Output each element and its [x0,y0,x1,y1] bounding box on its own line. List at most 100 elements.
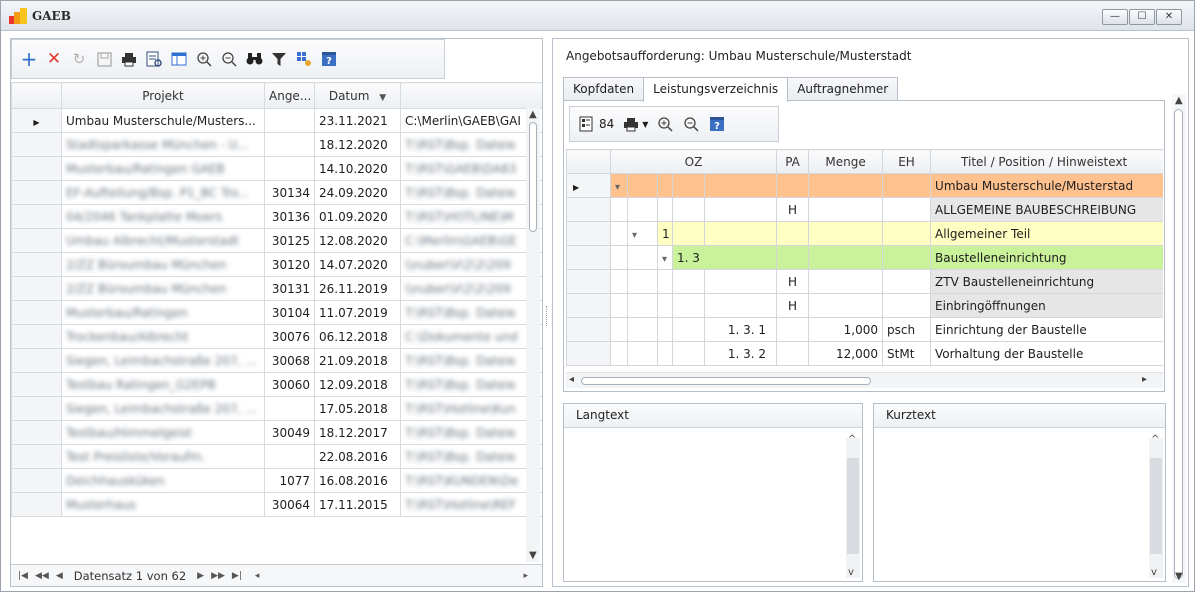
table-row[interactable]: Testbau Ratingen_G2EPB 30060 12.09.2018 T:\… [11,372,542,397]
scroll-up-icon[interactable]: ▲ [529,109,537,120]
lv-print-icon[interactable] [622,115,640,133]
pane-splitter[interactable] [546,306,548,326]
table-row[interactable]: 2/ZZ Büroumbau München 30131 26.11.2019 \\n… [11,276,542,301]
tree-cell[interactable]: ▾ [657,245,673,270]
lv-scroll-left-icon[interactable]: ◂ [569,374,574,385]
lv-row[interactable]: ▶ ▾ Umbau Musterschule/Musterstad [566,173,1163,198]
table-row[interactable]: Test Preisliste/Voraufm. 22.08.2016 T:\RST… [11,444,542,469]
detail-scroll-up-icon[interactable]: ▲ [1175,95,1183,106]
lv-row[interactable]: H ALLGEMEINE BAUBESCHREIBUNG [566,197,1163,222]
table-row[interactable]: Testbau/Himmelgeist 30049 18.12.2017 T:\RST… [11,420,542,445]
add-icon[interactable]: + [20,47,38,71]
column-header-pa[interactable]: PA [776,149,810,174]
last-record-icon[interactable]: ▶| [230,571,244,581]
cell-eh: StMt [882,341,932,366]
tree-cell[interactable]: ▾ [627,221,658,246]
layout-icon[interactable] [170,50,188,68]
tree-cell[interactable]: ▾ [610,173,628,198]
project-grid-scrollbar[interactable]: ▲ ▼ [526,108,540,562]
grid-settings-icon[interactable] [295,50,313,68]
scrollbar-thumb[interactable] [529,122,537,232]
langtext-scroll-thumb[interactable] [847,458,859,554]
detail-scrollbar[interactable]: ▲ ▼ [1172,94,1186,583]
table-row[interactable]: Trockenbau/Albrecht 30076 06.12.2018 C:\Dok… [11,324,542,349]
help-icon[interactable]: ? [320,50,338,68]
refresh-icon[interactable]: ↻ [70,50,88,68]
detail-scroll-thumb[interactable] [1174,109,1183,579]
table-row[interactable]: EF-Aufteilung/Bsp. P1_BC Tro... 30134 24.0… [11,180,542,205]
zoom-out-icon[interactable] [220,50,238,68]
cell-datum: 14.10.2020 [314,156,401,181]
column-header-eh[interactable]: EH [882,149,932,174]
delete-icon[interactable]: ✕ [45,49,63,69]
lv-horizontal-scrollbar[interactable]: ◂ ▸ [566,372,1163,388]
column-header-titel[interactable]: Titel / Position / Hinweistext [930,149,1163,174]
langtext-scrollbar[interactable]: ^ v [846,434,860,578]
lv-help-icon[interactable]: ? [708,115,726,133]
lv-document-icon[interactable] [577,115,595,133]
print-icon[interactable] [120,50,138,68]
table-row[interactable]: Umbau Albrecht/Musterstadt 30125 12.08.202… [11,228,542,253]
zoom-in-icon[interactable] [195,50,213,68]
table-row[interactable]: Siegen, Leimbachstraße 207, ... 30068 21.0… [11,348,542,373]
tree-cell [657,173,673,198]
filter-icon[interactable] [270,50,288,68]
collapse-icon[interactable]: ▾ [662,254,667,265]
scroll-left-icon[interactable]: ◂ [253,571,262,581]
table-row[interactable]: Deichhausküken 1077 16.08.2016 T:\RST\KUNDE… [11,468,542,493]
minimize-button[interactable]: — [1102,9,1128,25]
save-icon[interactable] [95,50,113,68]
table-row[interactable]: 04/2046 Tankplatte Moers 30136 01.09.2020 T… [11,204,542,229]
lv-zoom-out-icon[interactable] [682,115,700,133]
cell-titel: Baustelleneinrichtung [930,245,1163,270]
lv-row[interactable]: H Einbringöffnungen [566,293,1163,318]
scroll-right-icon[interactable]: ▸ [521,571,530,581]
detail-scroll-down-icon[interactable]: ▼ [1175,571,1183,582]
column-header-angebot[interactable]: Ange... [264,82,315,109]
close-button[interactable]: ✕ [1156,9,1182,25]
kurztext-scroll-thumb[interactable] [1150,458,1162,554]
scroll-down-icon[interactable]: ▼ [529,550,537,561]
lv-zoom-in-icon[interactable] [656,115,674,133]
lv-row[interactable]: 1. 3. 1 1,000 psch Einrichtung der Baustell… [566,317,1163,342]
kurztext-scroll-up-icon[interactable]: ^ [1151,434,1159,445]
collapse-icon[interactable]: ▾ [615,182,620,193]
next-page-icon[interactable]: ▶▶ [209,571,227,581]
tab-leistungsverzeichnis[interactable]: Leistungsverzeichnis [643,77,789,102]
table-row[interactable]: 2/ZZ Büroumbau München 30120 14.07.2020 \\n… [11,252,542,277]
collapse-icon[interactable]: ▾ [632,230,637,241]
kurztext-scrollbar[interactable]: ^ v [1149,434,1163,578]
table-row[interactable]: Musterhaus 30064 17.11.2015 T:\RST\Hotline\… [11,492,542,517]
previous-record-icon[interactable]: ◀ [54,571,65,581]
lv-row[interactable]: 1. 3. 2 12,000 StMt Vorhaltung der Baustell… [566,341,1163,366]
column-header-menge[interactable]: Menge [808,149,884,174]
langtext-scroll-down-icon[interactable]: v [848,567,854,578]
langtext-scroll-up-icon[interactable]: ^ [848,434,856,445]
lv-row[interactable]: ▾ 1. 3 Baustelleneinrichtung [566,245,1163,270]
table-row[interactable]: Stadtsparkasse München - U... 18.12.2020 T… [11,132,542,157]
column-header-oz[interactable]: OZ [609,149,778,174]
table-row[interactable]: Musterbau/Ratingen GAEB 14.10.2020 T:\RST\… [11,156,542,181]
column-header-projekt[interactable]: Projekt [61,82,265,109]
column-header-datum[interactable]: Datum ▼ [314,82,401,109]
tab-auftragnehmer[interactable]: Auftragnehmer [787,77,899,101]
kurztext-scroll-down-icon[interactable]: v [1151,567,1157,578]
lv-hscroll-thumb[interactable] [581,377,871,385]
binoculars-icon[interactable] [245,50,263,68]
lv-row[interactable]: H ZTV Baustelleneinrichtung [566,269,1163,294]
table-row[interactable]: Musterbau/Ratingen 30104 11.07.2019 T:\RST\… [11,300,542,325]
cell-datum: 17.11.2015 [314,492,401,517]
svg-text:?: ? [715,121,721,132]
table-row[interactable]: Siegen, Leimbachstraße 207, ... 17.05.201… [11,396,542,421]
lv-row[interactable]: ▾ 1 Allgemeiner Teil [566,221,1163,246]
print-dropdown-icon[interactable]: ▼ [642,120,648,129]
preview-icon[interactable] [145,50,163,68]
column-header-pfad[interactable] [400,82,542,109]
lv-scroll-right-icon[interactable]: ▸ [1142,374,1147,385]
previous-page-icon[interactable]: ◀◀ [33,571,51,581]
table-row[interactable]: ▶ Umbau Musterschule/Musters... 23.11.2021… [11,108,542,133]
tab-kopfdaten[interactable]: Kopfdaten [563,77,645,101]
maximize-button[interactable]: ☐ [1129,9,1155,25]
first-record-icon[interactable]: |◀ [16,571,30,581]
next-record-icon[interactable]: ▶ [195,571,206,581]
